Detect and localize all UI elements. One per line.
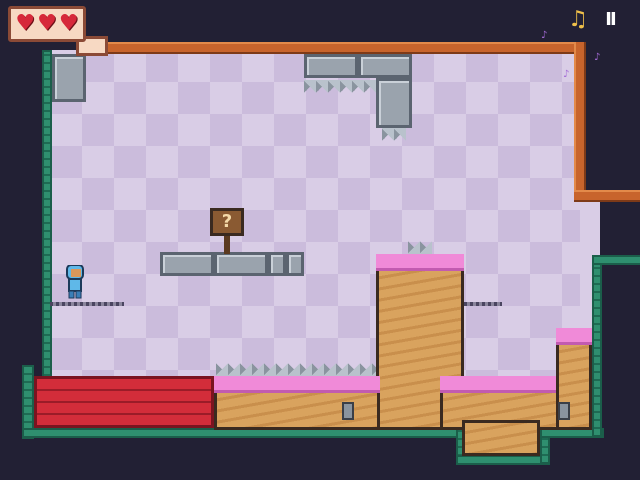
heart-icon: ♥ xyxy=(37,11,57,36)
music-note-3: ♪ xyxy=(563,69,570,80)
heart-icon: ♥ xyxy=(15,11,36,36)
floor-pit-bottom xyxy=(456,455,550,465)
music-toggle-button[interactable]: ♫ xyxy=(565,6,591,32)
left-wall xyxy=(42,50,52,384)
right-rail xyxy=(464,302,502,306)
metal-platform-2 xyxy=(214,252,268,276)
right-pipe xyxy=(574,42,586,198)
ceiling-block-1 xyxy=(304,54,358,78)
pillar-goo xyxy=(556,328,592,345)
right-wall xyxy=(592,255,602,437)
heart-icon: ♥ xyxy=(58,11,79,36)
metal-platform-3 xyxy=(268,252,286,276)
top-pipe xyxy=(98,42,582,54)
music-note-1: ♪ xyxy=(541,30,548,41)
right-pipe-horizontal xyxy=(574,190,640,202)
hint-sign[interactable]: ? xyxy=(210,208,244,236)
tower-spikes xyxy=(408,240,432,254)
floor-plug-left xyxy=(342,402,354,420)
red-brick-hazard xyxy=(34,376,214,428)
floor-spikes xyxy=(216,362,376,376)
floor-goo-right xyxy=(440,376,564,393)
sand-pit xyxy=(462,420,540,456)
tower-goo xyxy=(376,254,464,271)
hanging-spikes xyxy=(382,128,406,142)
sign-post xyxy=(224,236,230,254)
hanging-block xyxy=(376,78,412,128)
metal-platform-1 xyxy=(160,252,214,276)
pause-button[interactable]: II xyxy=(597,6,623,32)
ceiling-spikes xyxy=(304,80,376,94)
hearts-banner: ♥ ♥ ♥ xyxy=(8,6,86,42)
right-ledge-wall xyxy=(592,255,640,265)
music-note-2: ♪ xyxy=(594,52,601,63)
game-stage: ? ♪ ♪ ♪ ♥ ♥ ♥ ♫ II xyxy=(0,0,640,480)
floor-goo-left xyxy=(214,376,380,393)
music-icon: ♫ xyxy=(568,6,588,32)
pause-icon: II xyxy=(605,8,616,30)
floor-plug-right xyxy=(558,402,570,420)
ceiling-block-left xyxy=(52,54,86,102)
ceiling-block-2 xyxy=(358,54,412,78)
left-rail xyxy=(50,302,124,306)
player-character xyxy=(64,264,86,299)
metal-platform-4 xyxy=(286,252,304,276)
